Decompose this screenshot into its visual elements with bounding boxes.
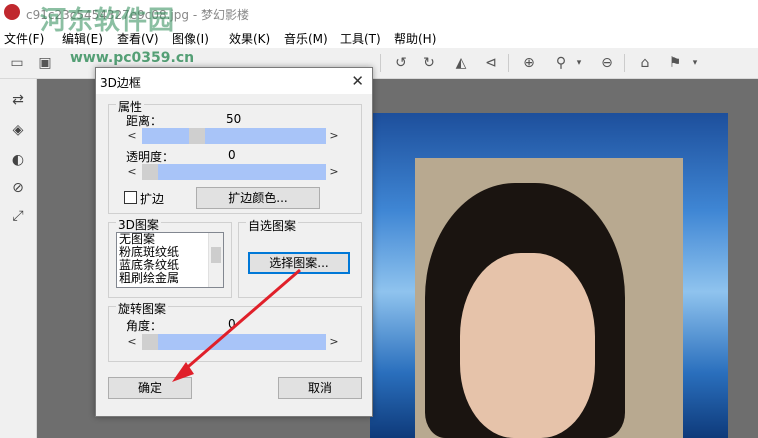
slider-track[interactable] xyxy=(142,334,326,350)
menu-effects[interactable]: 效果(K) xyxy=(229,30,270,47)
rotate-pattern-label: 旋转图案 xyxy=(116,300,169,317)
chevron-right-icon[interactable]: > xyxy=(328,128,340,144)
dialog-title-bar: 3D边框 ✕ xyxy=(96,68,372,94)
opacity-label: 透明度： xyxy=(126,150,175,164)
rotate-left-icon[interactable]: ↺ xyxy=(392,54,410,72)
home-icon[interactable]: ⌂ xyxy=(636,54,654,72)
zoom-out-icon[interactable]: ⊖ xyxy=(598,54,616,72)
zoom-in-icon[interactable]: ⊕ xyxy=(520,54,538,72)
extend-label: 扩边 xyxy=(140,192,165,206)
chevron-right-icon[interactable]: > xyxy=(328,164,340,180)
app-logo-icon xyxy=(4,4,20,20)
crop-icon[interactable]: ⤢ xyxy=(9,207,27,225)
slider-track[interactable] xyxy=(142,164,326,180)
distance-value: 50 xyxy=(226,112,242,126)
zoom-icon[interactable]: ⚲ xyxy=(552,54,570,72)
slider-track[interactable] xyxy=(142,128,326,144)
opacity-slider[interactable]: < > xyxy=(126,164,340,180)
angle-value: 0 xyxy=(228,317,236,331)
list-scrollbar[interactable] xyxy=(208,233,223,287)
toolbar-separator xyxy=(380,54,381,72)
toolbar-separator xyxy=(508,54,509,72)
erase-icon[interactable]: ⊘ xyxy=(9,179,27,197)
photo-face xyxy=(460,253,595,438)
watermark-logo: 河东软件园 xyxy=(40,6,176,36)
angle-slider-thumb[interactable] xyxy=(142,334,158,350)
angle-slider[interactable]: < > xyxy=(126,334,340,350)
custom-pattern-label: 自选图案 xyxy=(246,217,299,234)
menu-image[interactable]: 图像(I) xyxy=(172,30,209,47)
left-sidebar: ⇄ ◈ ◐ ⊘ ⤢ xyxy=(0,79,37,438)
3d-pattern-list[interactable]: 无图案 粉底斑纹纸 蓝底条纹纸 粗刷绘金属 xyxy=(116,232,224,288)
3d-border-frame xyxy=(370,113,728,438)
mask-icon[interactable]: ◐ xyxy=(9,151,27,169)
dialog-title: 3D边框 xyxy=(100,76,141,90)
flag-icon[interactable]: ⚑ xyxy=(666,54,684,72)
toolbar-separator xyxy=(624,54,625,72)
swap-icon[interactable]: ⇄ xyxy=(9,91,27,109)
ok-button[interactable]: 确定 xyxy=(108,377,192,399)
distance-label: 距离： xyxy=(126,114,163,128)
chevron-right-icon[interactable]: > xyxy=(328,334,340,350)
chevron-left-icon[interactable]: < xyxy=(126,128,138,144)
open-icon[interactable]: ▭ xyxy=(8,54,26,72)
3d-pattern-label: 3D图案 xyxy=(116,216,161,233)
menu-file[interactable]: 文件(F) xyxy=(4,30,44,47)
extend-color-button[interactable]: 扩边颜色... xyxy=(196,187,320,209)
close-icon[interactable]: ✕ xyxy=(351,72,364,90)
menu-tools[interactable]: 工具(T) xyxy=(340,30,381,47)
photo xyxy=(415,158,683,438)
flip-vertical-icon[interactable]: ⊲ xyxy=(482,54,500,72)
distance-slider-thumb[interactable] xyxy=(189,128,205,144)
menu-help[interactable]: 帮助(H) xyxy=(394,30,436,47)
select-pattern-button[interactable]: 选择图案... xyxy=(248,252,350,274)
3d-border-dialog: 3D边框 ✕ 属性 距离： 50 < > 透明度： 0 < > 扩边 扩边颜色.… xyxy=(95,67,373,417)
save-icon[interactable]: ▣ xyxy=(36,54,54,72)
opacity-slider-thumb[interactable] xyxy=(142,164,158,180)
distance-slider[interactable]: < > xyxy=(126,128,340,144)
opacity-value: 0 xyxy=(228,148,236,162)
chevron-left-icon[interactable]: < xyxy=(126,334,138,350)
chevron-down-icon[interactable]: ▾ xyxy=(686,54,704,72)
list-scrollbar-thumb[interactable] xyxy=(211,247,221,263)
flip-horizontal-icon[interactable]: ◭ xyxy=(452,54,470,72)
menu-music[interactable]: 音乐(M) xyxy=(284,30,328,47)
angle-label: 角度： xyxy=(126,319,163,333)
rotate-right-icon[interactable]: ↻ xyxy=(420,54,438,72)
chevron-down-icon[interactable]: ▾ xyxy=(570,54,588,72)
chevron-left-icon[interactable]: < xyxy=(126,164,138,180)
layers-icon[interactable]: ◈ xyxy=(9,121,27,139)
cancel-button[interactable]: 取消 xyxy=(278,377,362,399)
watermark-url: www.pc0359.cn xyxy=(70,50,195,66)
extend-checkbox[interactable] xyxy=(124,191,137,204)
